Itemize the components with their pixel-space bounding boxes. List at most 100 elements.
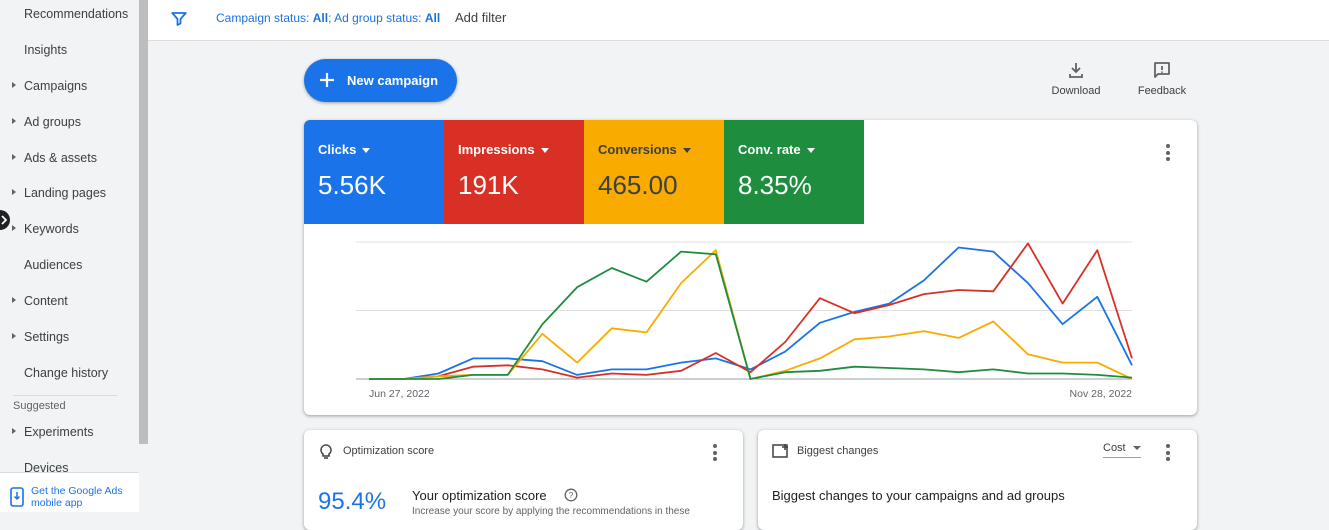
optimization-score-title: Optimization score: [343, 445, 435, 457]
sidebar-scrollbar[interactable]: [139, 0, 148, 444]
download-label: Download: [1051, 85, 1101, 97]
caret-right-icon: [12, 189, 16, 195]
feedback-label: Feedback: [1137, 85, 1187, 97]
phone-download-icon: [10, 487, 24, 507]
metric-tile-clicks[interactable]: Clicks 5.56K: [304, 120, 444, 224]
sidebar-item-label: Content: [24, 294, 68, 308]
sidebar-item-label: Ad groups: [24, 115, 81, 129]
sidebar-item-label: Insights: [24, 43, 68, 57]
metric-label-text: Conversions: [598, 142, 677, 157]
ad-group-status-value: All: [424, 11, 441, 25]
new-campaign-button[interactable]: New campaign: [304, 59, 457, 102]
x-axis-start-label: Jun 27, 2022: [369, 388, 430, 400]
sidebar-item-label: Change history: [24, 366, 109, 380]
metric-value: 465.00: [598, 170, 678, 200]
sidebar-item-label: Audiences: [24, 258, 83, 272]
sidebar-item-change-history[interactable]: Change history: [0, 361, 139, 385]
sidebar-item-label: Ads & assets: [24, 151, 97, 165]
metric-label-text: Conv. rate: [738, 142, 801, 157]
feedback-button[interactable]: Feedback: [1127, 61, 1197, 97]
caret-right-icon: [12, 82, 16, 88]
dropdown-arrow-icon: [362, 148, 371, 154]
metric-tile-impressions[interactable]: Impressions 191K: [444, 120, 584, 224]
metric-label-text: Clicks: [318, 142, 357, 157]
download-icon: [1069, 63, 1083, 78]
metric-value: 8.35%: [738, 170, 812, 200]
sidebar-divider: [13, 395, 117, 396]
plus-icon: [320, 73, 334, 87]
caret-right-icon: [12, 333, 16, 339]
metric-label[interactable]: Impressions: [458, 142, 549, 157]
caret-right-icon: [12, 428, 16, 434]
metric-tile-conversions[interactable]: Conversions 465.00: [584, 120, 724, 224]
mobile-app-link[interactable]: Get the Google Ads mobile app: [0, 472, 139, 512]
sidebar-nav: Recommendations Insights Campaigns Ad group…: [0, 0, 139, 512]
ad-group-status-label: Ad group status:: [334, 11, 425, 25]
help-icon[interactable]: ?: [564, 488, 578, 502]
sidebar-item-label: Campaigns: [24, 79, 88, 93]
campaign-status-value: All: [312, 11, 329, 25]
mobile-app-label: Get the Google Ads mobile app: [31, 485, 123, 509]
sidebar-item-label: Experiments: [24, 425, 94, 439]
sidebar-item-insights[interactable]: Insights: [0, 38, 139, 62]
cost-sort-label: Cost: [1103, 442, 1126, 454]
optimization-score-heading: Your optimization score: [412, 488, 547, 503]
caret-right-icon: [12, 154, 16, 160]
series-line-clicks: [369, 246, 1133, 380]
chevron-down-icon: [1132, 446, 1141, 451]
sidebar-item-ad-groups[interactable]: Ad groups: [0, 110, 139, 134]
sidebar-item-label: Keywords: [24, 222, 79, 236]
biggest-changes-title: Biggest changes: [797, 445, 879, 457]
active-filters[interactable]: Campaign status: All; Ad group status: A…: [216, 11, 440, 25]
series-line-conv-rate: [369, 250, 1133, 380]
caret-right-icon: [12, 297, 16, 303]
filter-icon[interactable]: [170, 10, 188, 28]
add-filter-button[interactable]: Add filter: [455, 10, 506, 25]
dropdown-arrow-icon: [540, 148, 549, 154]
sidebar-item-keywords[interactable]: Keywords: [0, 217, 139, 241]
download-button[interactable]: Download: [1041, 61, 1111, 97]
chevron-right-icon: [1, 215, 8, 225]
biggest-changes-more-icon[interactable]: [1166, 444, 1170, 464]
caret-right-icon: [12, 118, 16, 124]
metric-label[interactable]: Conv. rate: [738, 142, 815, 157]
caret-right-icon: [12, 225, 16, 231]
sidebar-item-landing-pages[interactable]: Landing pages: [0, 181, 139, 205]
new-campaign-label: New campaign: [347, 73, 439, 88]
sidebar-item-campaigns[interactable]: Campaigns: [0, 74, 139, 98]
sidebar-item-settings[interactable]: Settings: [0, 325, 139, 349]
performance-card: Clicks 5.56K Impressions 191K Conversions 465…: [304, 120, 1197, 415]
sidebar-item-label: Recommendations: [24, 7, 129, 21]
x-axis-end-label: Nov 28, 2022: [1070, 388, 1133, 400]
dropdown-arrow-icon: [806, 148, 815, 154]
metric-label-text: Impressions: [458, 142, 535, 157]
dropdown-arrow-icon: [682, 148, 691, 154]
biggest-changes-heading: Biggest changes to your campaigns and ad…: [772, 488, 1065, 503]
sidebar-item-label: Landing pages: [24, 186, 107, 200]
biggest-changes-card: Biggest changes Cost Biggest changes to …: [758, 430, 1197, 530]
filter-bar: Campaign status: All; Ad group status: A…: [148, 0, 1329, 41]
sidebar-item-recommendations[interactable]: Recommendations: [0, 2, 139, 26]
optimization-more-icon[interactable]: [713, 444, 717, 464]
biggest-changes-icon: [772, 444, 788, 458]
series-line-conversions: [369, 249, 1133, 380]
feedback-icon: [1154, 62, 1170, 78]
sidebar-item-ads-assets[interactable]: Ads & assets: [0, 146, 139, 170]
optimization-score-card: Optimization score 95.4% Your optimizati…: [304, 430, 743, 530]
sidebar-item-experiments[interactable]: Experiments: [0, 420, 139, 444]
metric-tile-conv-rate[interactable]: Conv. rate 8.35%: [724, 120, 864, 224]
cost-sort-dropdown[interactable]: Cost: [1103, 442, 1141, 458]
metric-value: 5.56K: [318, 170, 386, 200]
performance-more-icon[interactable]: [1166, 144, 1170, 164]
metric-value: 191K: [458, 170, 519, 200]
lightbulb-icon: [320, 444, 332, 459]
metric-label[interactable]: Conversions: [598, 142, 691, 157]
sidebar-item-label: Settings: [24, 330, 70, 344]
sidebar-item-content[interactable]: Content: [0, 289, 139, 313]
performance-chart: Jun 27, 2022 Nov 28, 2022: [356, 241, 1133, 400]
metric-label[interactable]: Clicks: [318, 142, 371, 157]
sidebar-item-audiences[interactable]: Audiences: [0, 253, 139, 277]
suggested-section-label: Suggested: [13, 400, 66, 412]
svg-text:?: ?: [569, 490, 574, 500]
campaign-status-label: Campaign status:: [216, 11, 313, 25]
